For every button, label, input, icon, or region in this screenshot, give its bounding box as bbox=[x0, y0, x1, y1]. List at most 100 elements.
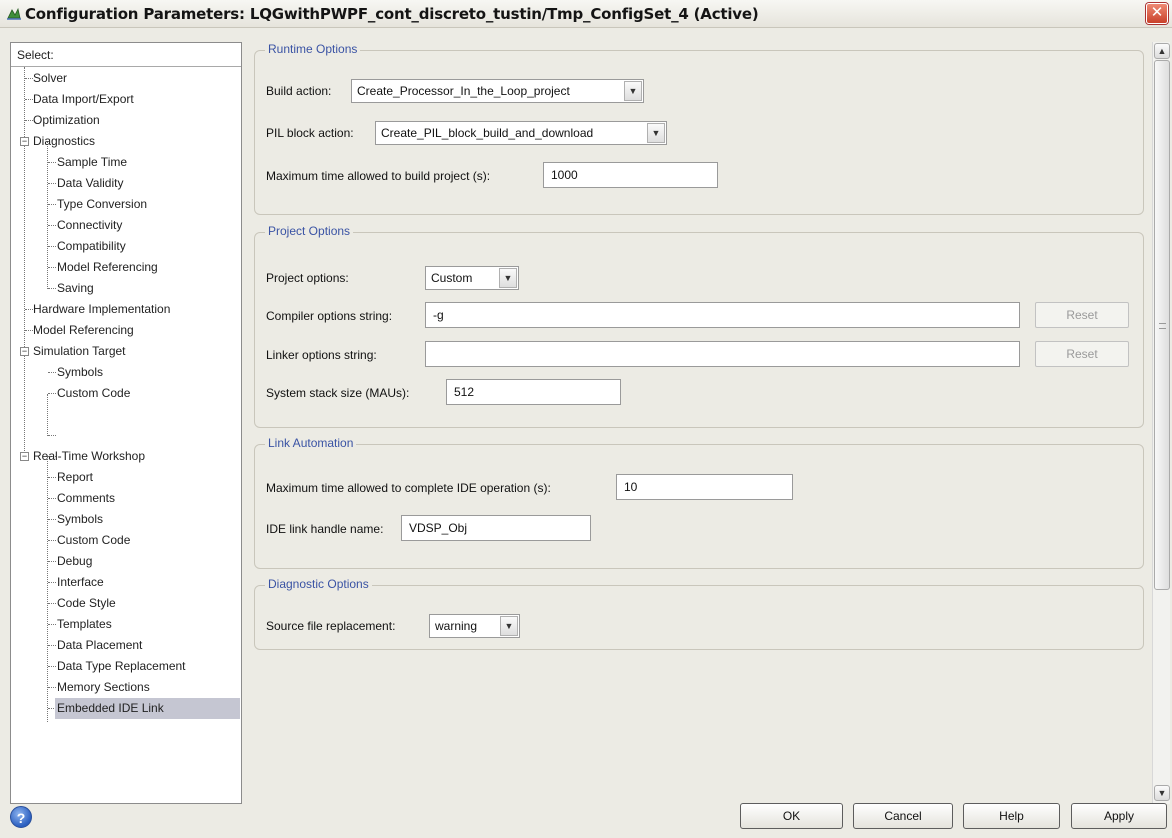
pil-block-action-select[interactable]: Create_PIL_block_build_and_download ▼ bbox=[375, 121, 667, 145]
ide-operation-time-input[interactable]: 10 bbox=[616, 474, 793, 500]
tree-item-report[interactable]: Report bbox=[57, 467, 93, 488]
tree-connector bbox=[25, 120, 33, 121]
tree-connector bbox=[48, 582, 56, 583]
help-button[interactable]: Help bbox=[963, 803, 1060, 829]
stack-size-input[interactable]: 512 bbox=[446, 379, 621, 405]
vertical-scrollbar[interactable]: ▲ ▼ bbox=[1152, 42, 1170, 804]
compiler-reset-button[interactable]: Reset bbox=[1035, 302, 1129, 328]
tree-item-data-placement[interactable]: Data Placement bbox=[57, 635, 142, 656]
tree-connector bbox=[48, 603, 56, 604]
tree-item-model-referencing[interactable]: Model Referencing bbox=[33, 320, 134, 341]
max-build-time-input[interactable]: 1000 bbox=[543, 162, 718, 188]
linker-options-input[interactable] bbox=[425, 341, 1020, 367]
project-options-select[interactable]: Custom ▼ bbox=[425, 266, 519, 290]
diagnostic-options-group: Diagnostic Options Source file replaceme… bbox=[254, 577, 1144, 650]
tree-item-simulation-target[interactable]: Simulation Target bbox=[33, 341, 126, 362]
tree-connector bbox=[48, 540, 56, 541]
chevron-down-icon[interactable]: ▼ bbox=[500, 616, 518, 636]
tree-item-diagnostics[interactable]: Diagnostics bbox=[33, 131, 95, 152]
collapse-icon[interactable]: − bbox=[20, 347, 29, 356]
collapse-icon[interactable]: − bbox=[20, 452, 29, 461]
compiler-options-label: Compiler options string: bbox=[266, 309, 393, 323]
tree-item-real-time-workshop[interactable]: Real-Time Workshop bbox=[33, 446, 145, 467]
runtime-options-title: Runtime Options bbox=[265, 42, 361, 56]
close-button[interactable]: ✕ bbox=[1146, 3, 1168, 24]
stack-size-label: System stack size (MAUs): bbox=[266, 386, 410, 400]
ok-button[interactable]: OK bbox=[740, 803, 843, 829]
diagnostic-options-title: Diagnostic Options bbox=[265, 577, 372, 591]
build-action-value: Create_Processor_In_the_Loop_project bbox=[357, 84, 570, 98]
tree-item-data-type-replacement[interactable]: Data Type Replacement bbox=[57, 656, 186, 677]
tree-connector bbox=[48, 225, 56, 226]
tree-connector bbox=[48, 645, 56, 646]
scrollbar-thumb[interactable] bbox=[1154, 60, 1170, 590]
cancel-button[interactable]: Cancel bbox=[853, 803, 953, 829]
scroll-up-icon[interactable]: ▲ bbox=[1154, 43, 1170, 59]
tree-connector bbox=[48, 267, 56, 268]
build-action-select[interactable]: Create_Processor_In_the_Loop_project ▼ bbox=[351, 79, 644, 103]
tree-item-solver[interactable]: Solver bbox=[33, 68, 67, 89]
pil-block-action-label: PIL block action: bbox=[266, 126, 354, 140]
collapse-icon[interactable]: − bbox=[20, 137, 29, 146]
tree-item-data-import-export[interactable]: Data Import/Export bbox=[33, 89, 134, 110]
tree-item-saving[interactable]: Saving bbox=[57, 278, 94, 299]
max-build-time-label: Maximum time allowed to build project (s… bbox=[266, 169, 491, 183]
category-tree: Select: − − − Solver Data Import/Export … bbox=[10, 42, 242, 804]
tree-connector bbox=[25, 330, 33, 331]
tree-connector bbox=[48, 246, 56, 247]
tree-item-sample-time[interactable]: Sample Time bbox=[57, 152, 127, 173]
tree-item-model-referencing-diag[interactable]: Model Referencing bbox=[57, 257, 158, 278]
chevron-down-icon[interactable]: ▼ bbox=[647, 123, 665, 143]
chevron-down-icon[interactable]: ▼ bbox=[499, 268, 517, 288]
tree-item-type-conversion[interactable]: Type Conversion bbox=[57, 194, 147, 215]
source-file-replacement-value: warning bbox=[435, 619, 478, 633]
chevron-down-icon[interactable]: ▼ bbox=[624, 81, 642, 101]
project-options-title: Project Options bbox=[265, 224, 354, 238]
tree-item-debug[interactable]: Debug bbox=[57, 551, 92, 572]
tree-item-custom-code[interactable]: Custom Code bbox=[57, 530, 130, 551]
ide-link-handle-input[interactable]: VDSP_Obj bbox=[401, 515, 591, 541]
tree-item-interface[interactable]: Interface bbox=[57, 572, 104, 593]
tree-header: Select: bbox=[11, 43, 241, 67]
runtime-options-group: Runtime Options Build action: Create_Pro… bbox=[254, 42, 1144, 215]
tree-connector bbox=[24, 67, 25, 455]
project-options-label: Project options: bbox=[266, 271, 349, 285]
tree-item-compatibility[interactable]: Compatibility bbox=[57, 236, 126, 257]
tree-connector bbox=[48, 477, 56, 478]
tree-item-connectivity[interactable]: Connectivity bbox=[57, 215, 122, 236]
help-icon[interactable]: ? bbox=[10, 806, 32, 828]
tree-connector bbox=[25, 78, 33, 79]
tree-connector bbox=[47, 457, 48, 722]
tree-connector bbox=[48, 435, 56, 436]
link-automation-group: Link Automation Maximum time allowed to … bbox=[254, 436, 1144, 569]
linker-options-label: Linker options string: bbox=[266, 348, 377, 362]
tree-item-optimization[interactable]: Optimization bbox=[33, 110, 100, 131]
source-file-replacement-select[interactable]: warning ▼ bbox=[429, 614, 520, 638]
tree-connector bbox=[48, 162, 56, 163]
linker-reset-button[interactable]: Reset bbox=[1035, 341, 1129, 367]
tree-item-embedded-ide-link[interactable]: Embedded IDE Link bbox=[55, 698, 240, 719]
project-options-group: Project Options Project options: Custom … bbox=[254, 224, 1144, 428]
tree-item-comments[interactable]: Comments bbox=[57, 488, 115, 509]
tree-item-code-style[interactable]: Code Style bbox=[57, 593, 116, 614]
build-action-label: Build action: bbox=[266, 84, 332, 98]
dialog-body: Select: − − − Solver Data Import/Export … bbox=[0, 28, 1172, 838]
tree-item-hardware-implementation[interactable]: Hardware Implementation bbox=[33, 299, 170, 320]
tree-item-custom-code-sim[interactable]: Custom Code bbox=[57, 383, 130, 404]
tree-connector bbox=[48, 393, 56, 394]
tree-connector bbox=[25, 99, 33, 100]
tree-connector bbox=[25, 309, 33, 310]
grip-icon bbox=[1159, 323, 1166, 329]
source-file-replacement-label: Source file replacement: bbox=[266, 619, 396, 633]
tree-item-data-validity[interactable]: Data Validity bbox=[57, 173, 123, 194]
tree-item-templates[interactable]: Templates bbox=[57, 614, 112, 635]
tree-item-memory-sections[interactable]: Memory Sections bbox=[57, 677, 150, 698]
project-options-value: Custom bbox=[431, 271, 473, 285]
tree-item-symbols-sim[interactable]: Symbols bbox=[57, 362, 103, 383]
options-pane: Runtime Options Build action: Create_Pro… bbox=[250, 42, 1150, 804]
tree-connector bbox=[48, 624, 56, 625]
compiler-options-input[interactable]: -g bbox=[425, 302, 1020, 328]
apply-button[interactable]: Apply bbox=[1071, 803, 1167, 829]
tree-item-symbols[interactable]: Symbols bbox=[57, 509, 103, 530]
scroll-down-icon[interactable]: ▼ bbox=[1154, 785, 1170, 801]
